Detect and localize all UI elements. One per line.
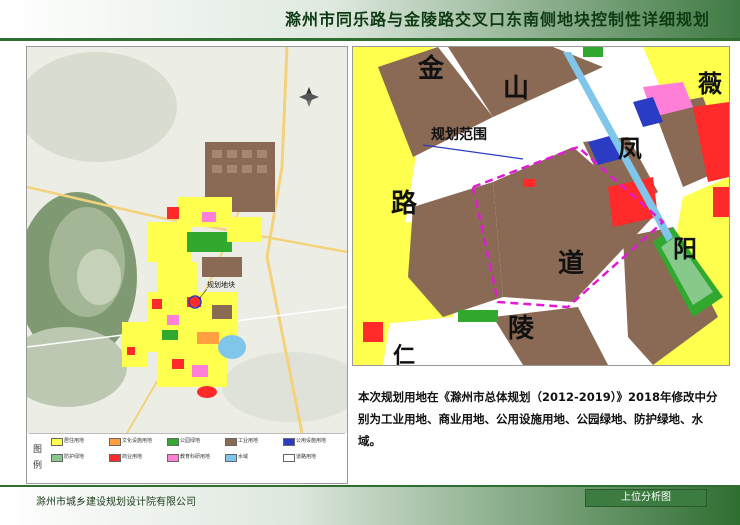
legend-char-1: 图 — [33, 445, 43, 455]
road-char: 山 — [503, 74, 529, 104]
road-char: 仁 — [393, 343, 415, 365]
header-rule — [0, 38, 740, 41]
road-char: 凤 — [618, 134, 642, 163]
legend-item: 教育科研用地 — [167, 454, 222, 462]
legend-grid: 居住用地 文化设施用地 公园绿地 工业用地 公用设施用地 防护绿地 商业用地 教… — [51, 438, 343, 480]
legend-item: 公用设施用地 — [283, 438, 338, 446]
legend-item: 工业用地 — [225, 438, 280, 446]
legend-item: 公园绿地 — [167, 438, 222, 446]
road-char: 薇 — [698, 69, 722, 98]
legend-item: 道路用地 — [283, 454, 338, 462]
legend-char-2: 例 — [33, 461, 43, 471]
description-text: 本次规划用地在《滁州市总体规划（2012-2019）》2018年修改中分别为工业… — [358, 390, 718, 448]
section-tab[interactable]: 上位分析图 — [585, 489, 707, 507]
road-char: 路 — [391, 188, 418, 219]
road-char: 金 — [417, 53, 445, 84]
legend-item: 居住用地 — [51, 438, 106, 446]
overview-map: 规划地块 — [7, 46, 362, 434]
legend: 图 例 居住用地 文化设施用地 公园绿地 工业用地 公用设施用地 防护绿地 商业… — [29, 433, 345, 482]
legend-item: 水域 — [225, 454, 280, 462]
legend-item: 防护绿地 — [51, 454, 106, 462]
organization-name: 滁州市城乡建设规划设计院有限公司 — [36, 497, 196, 508]
range-label: 规划范围 — [431, 126, 487, 142]
zoom-map-panel: 规划范围 金 山 路 道 陵 薇 凤 阳 仁 — [352, 46, 730, 366]
legend-item: 商业用地 — [109, 454, 164, 462]
road-char: 陵 — [508, 314, 535, 344]
page-title: 滁州市同乐路与金陵路交叉口东南侧地块控制性详细规划 — [284, 10, 710, 29]
legend-item: 文化设施用地 — [109, 438, 164, 446]
overview-map-panel: 规划地块 图 例 居住用地 文化设施用地 公园绿地 工业用地 公用设施用地 防护… — [7, 46, 362, 484]
legend-label: 图 例 — [33, 442, 43, 474]
site-label: 规划地块 — [207, 280, 235, 289]
road-char: 道 — [558, 248, 584, 279]
zoom-map: 规划范围 金 山 路 道 陵 薇 凤 阳 仁 — [353, 47, 729, 365]
road-char: 阳 — [673, 234, 697, 263]
